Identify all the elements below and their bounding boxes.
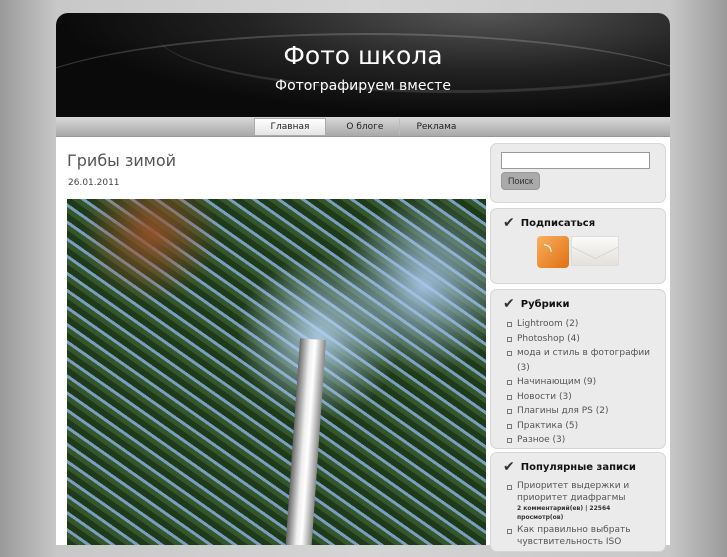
subscribe-widget: ✔ Подписаться ◝ [490, 208, 666, 284]
nav-ads[interactable]: Реклама [400, 119, 472, 135]
popular-post-meta: 2 комментарий(ев) | 22564 просмотр(ов) [517, 505, 611, 521]
nav-home[interactable]: Главная [253, 117, 327, 136]
category-link[interactable]: Photoshop (4) [507, 332, 655, 347]
popular-widget: ✔ Популярные записи Приоритет выдержки и … [490, 452, 666, 552]
category-link[interactable]: Новости (3) [507, 390, 655, 405]
rss-icon[interactable]: ◝ [537, 236, 569, 268]
email-icon[interactable] [571, 236, 619, 266]
popular-post-link[interactable]: Как правильно выбрать чувствительность I… [517, 525, 631, 547]
widget-title: Подписаться [520, 217, 596, 229]
main-nav: Главная О блоге Реклама [56, 117, 670, 137]
sidebar: Поиск ✔ Подписаться ◝ ✔ Рубрики Lightroom … [490, 143, 666, 557]
popular-post: Как правильно выбрать чувствительность I… [507, 524, 655, 548]
category-link[interactable]: Начинающим (9) [507, 375, 655, 390]
site-header: Фото школа Фотографируем вместе [56, 13, 670, 117]
post-title[interactable]: Грибы зимой [67, 151, 176, 170]
post-image [67, 199, 486, 545]
categories-widget: ✔ Рубрики Lightroom (2) Photoshop (4) мод… [490, 289, 666, 449]
category-link[interactable]: Разное (3) [507, 433, 655, 448]
site-title[interactable]: Фото школа [56, 13, 670, 70]
widget-title: Рубрики [520, 298, 570, 310]
popular-post-link[interactable]: Приоритет выдержки и приоритет диафрагмы [517, 481, 629, 503]
popular-post: Приоритет выдержки и приоритет диафрагмы… [507, 480, 655, 522]
checkmark-icon: ✔ [503, 296, 515, 312]
checkmark-icon: ✔ [503, 459, 515, 475]
widget-title: Популярные записи [520, 461, 636, 473]
page-wrapper: Фото школа Фотографируем вместе Главная … [56, 13, 670, 552]
category-link[interactable]: Практика (5) [507, 419, 655, 434]
birch-trunk [284, 338, 326, 545]
category-link[interactable]: Плагины для PS (2) [507, 404, 655, 419]
search-widget: Поиск [490, 143, 666, 203]
site-description: Фотографируем вместе [275, 78, 451, 94]
nav-about[interactable]: О блоге [330, 118, 401, 135]
category-link[interactable]: мода и стиль в фотографии (3) [507, 346, 655, 375]
checkmark-icon: ✔ [503, 215, 515, 231]
category-link[interactable]: Lightroom (2) [507, 317, 655, 332]
search-button[interactable]: Поиск [501, 172, 540, 190]
post-date: 26.01.2011 [68, 178, 120, 188]
search-input[interactable] [501, 152, 650, 169]
